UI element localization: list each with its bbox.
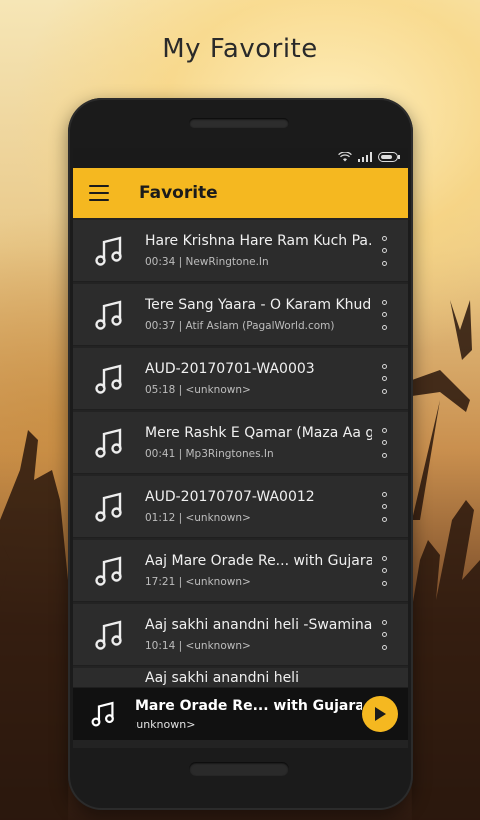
song-meta: 01:12 | <unknown> [145, 512, 251, 524]
music-note-icon [95, 427, 122, 458]
play-icon [375, 707, 386, 721]
list-item[interactable]: Aaj sakhi anandni heli -Swamina... 10:14… [73, 604, 408, 666]
hamburger-menu-icon[interactable] [89, 185, 109, 201]
now-playing-artist: <unknown> [135, 717, 196, 731]
more-options-icon[interactable] [372, 491, 396, 522]
list-item[interactable]: Hare Krishna Hare Ram Kuch Pa... 00:34 |… [73, 220, 408, 282]
song-meta: 05:18 | <unknown> [145, 384, 251, 396]
more-options-icon[interactable] [372, 619, 396, 650]
list-item[interactable]: AUD-20170707-WA0012 01:12 | <unknown> [73, 476, 408, 538]
music-note-icon [95, 619, 122, 650]
app-bar: Favorite [73, 168, 408, 218]
promo-title: My Favorite [162, 34, 318, 64]
song-title: AUD-20170701-WA0003 [145, 361, 315, 377]
song-title: Aaj Mare Orade Re... with Gujarat... [145, 553, 372, 569]
more-options-icon[interactable] [372, 299, 396, 330]
song-title: Aaj sakhi anandni heli [145, 670, 299, 686]
more-options-icon[interactable] [372, 555, 396, 586]
more-options-icon[interactable] [372, 363, 396, 394]
list-item[interactable]: Tere Sang Yaara - O Karam Khud... 00:37 … [73, 284, 408, 346]
song-title: Mere Rashk E Qamar (Maza Aa g... [145, 425, 372, 441]
music-note-icon [95, 299, 122, 330]
music-note-icon [95, 363, 122, 394]
music-note-icon [91, 701, 114, 727]
song-meta: 00:34 | NewRingtone.In [145, 256, 269, 268]
wifi-icon [338, 150, 352, 165]
music-note-icon [95, 235, 122, 266]
music-note-icon [95, 555, 122, 586]
song-title: Hare Krishna Hare Ram Kuch Pa... [145, 233, 372, 249]
more-options-icon[interactable] [372, 427, 396, 458]
more-options-icon[interactable] [372, 235, 396, 266]
song-meta: 00:37 | Atif Aslam (PagalWorld.com) [145, 320, 335, 332]
list-item[interactable]: Mere Rashk E Qamar (Maza Aa g... 00:41 |… [73, 412, 408, 474]
song-title: Tere Sang Yaara - O Karam Khud... [145, 297, 372, 313]
song-title: AUD-20170707-WA0012 [145, 489, 315, 505]
list-item[interactable]: AUD-20170701-WA0003 05:18 | <unknown> [73, 348, 408, 410]
play-button[interactable] [362, 696, 398, 732]
phone-frame: Favorite Hare Krishna Hare Ram Kuch Pa..… [68, 98, 413, 810]
app-screen: Favorite Hare Krishna Hare Ram Kuch Pa..… [73, 148, 408, 748]
mini-player[interactable]: Mare Orade Re... with Gujarat <unknown> [73, 688, 408, 740]
signal-icon [358, 151, 372, 165]
status-bar [73, 148, 408, 168]
song-title: Aaj sakhi anandni heli -Swamina... [145, 617, 372, 633]
song-meta: 00:41 | Mp3Ringtones.In [145, 448, 274, 460]
phone-speaker [189, 118, 289, 128]
song-meta: 17:21 | <unknown> [145, 576, 251, 588]
list-item[interactable]: Aaj sakhi anandni heli [73, 668, 408, 688]
battery-icon [378, 151, 400, 165]
song-meta: 10:14 | <unknown> [145, 640, 251, 652]
list-item[interactable]: Aaj Mare Orade Re... with Gujarat... 17:… [73, 540, 408, 602]
now-playing-title: Mare Orade Re... with Gujarat [135, 697, 362, 714]
home-button[interactable] [189, 762, 289, 776]
music-note-icon [95, 491, 122, 522]
favorite-song-list: Hare Krishna Hare Ram Kuch Pa... 00:34 |… [73, 218, 408, 688]
page-title: Favorite [139, 183, 218, 203]
